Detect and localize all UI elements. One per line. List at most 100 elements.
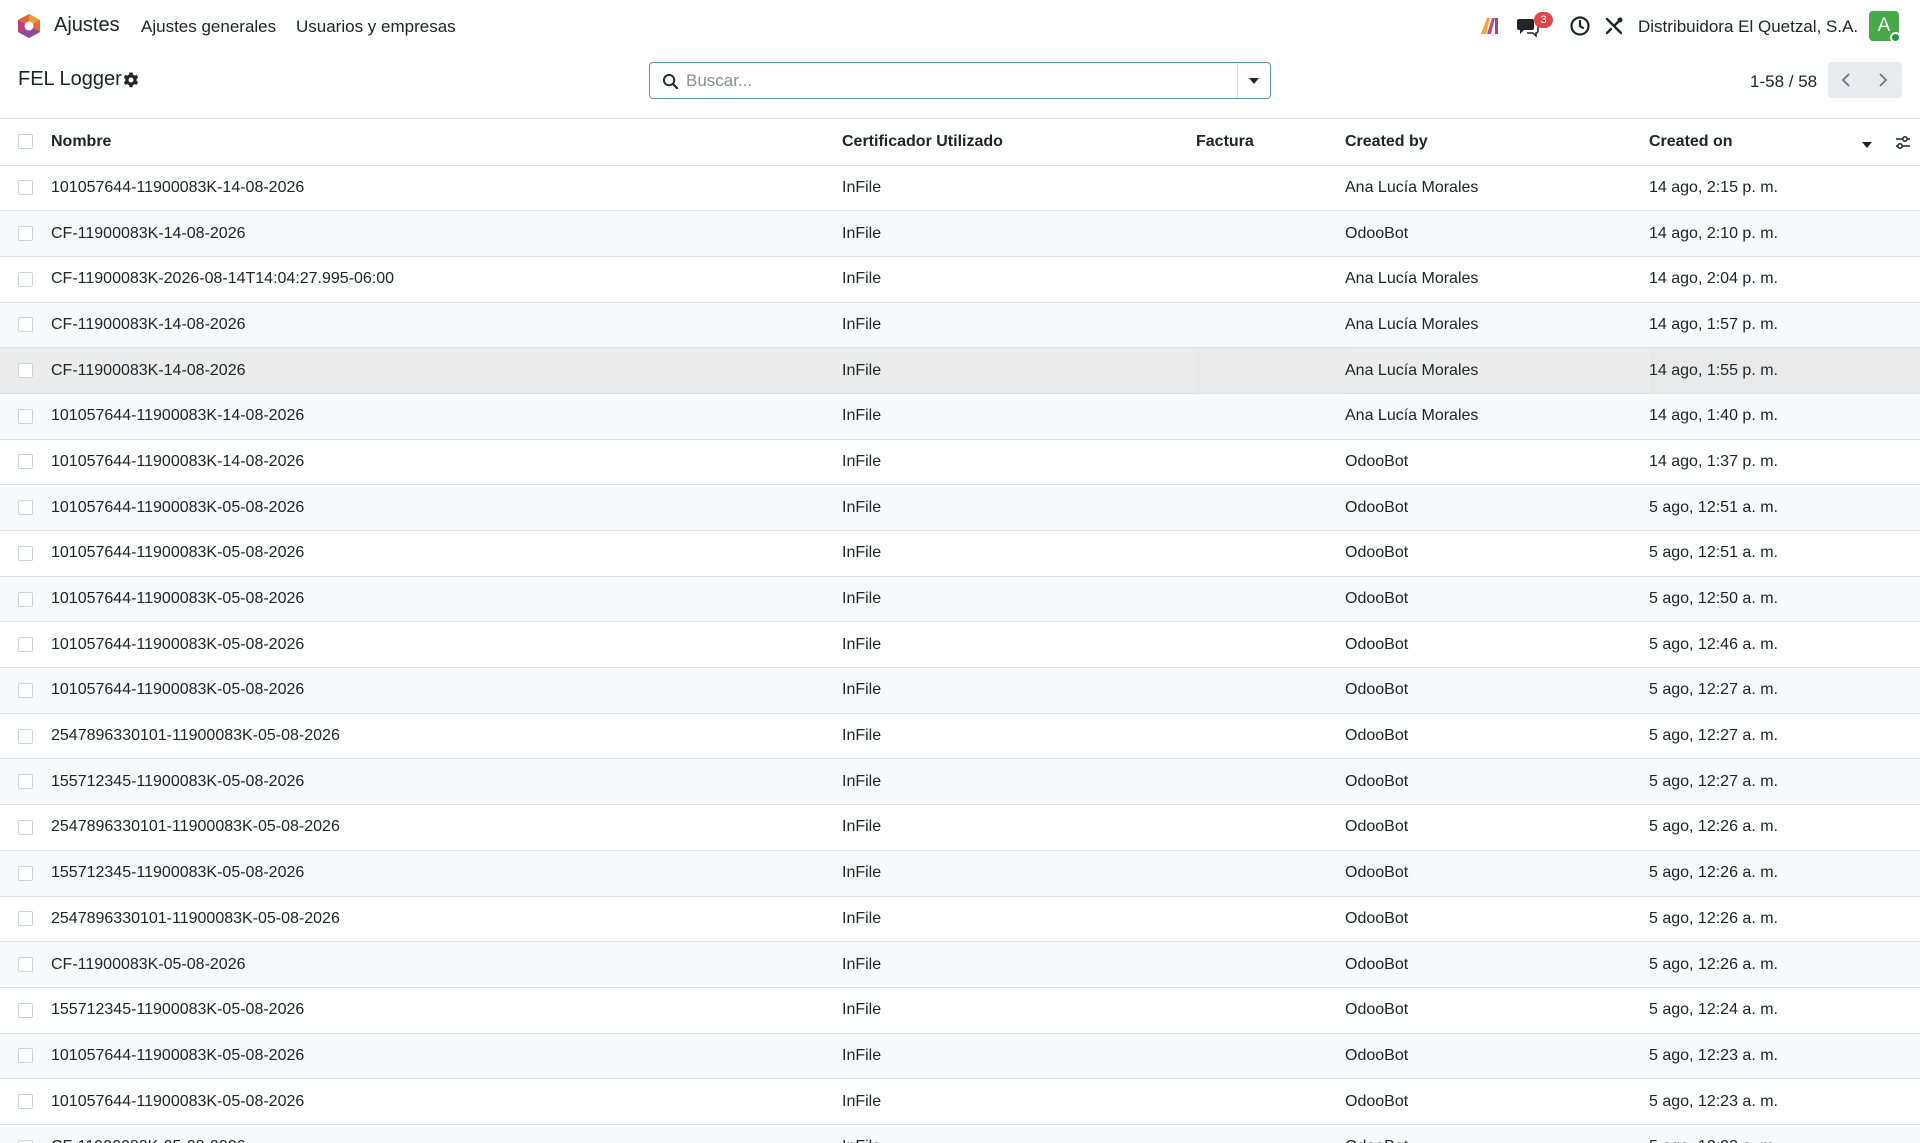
cell-created-by[interactable]: OdooBot <box>1345 667 1649 714</box>
cell-factura[interactable] <box>1196 165 1345 212</box>
cell-created-by[interactable]: OdooBot <box>1345 987 1649 1034</box>
cell-certificador[interactable]: InFile <box>842 165 1196 212</box>
cell-certificador[interactable]: InFile <box>842 530 1196 577</box>
optional-columns-icon[interactable] <box>1895 135 1911 151</box>
table-row[interactable]: 101057644-11900083K-14-08-2026 InFile Ana … <box>0 393 1920 440</box>
cell-created-by[interactable]: OdooBot <box>1345 621 1649 669</box>
cell-certificador[interactable]: InFile <box>842 621 1196 669</box>
select-all-checkbox[interactable] <box>18 134 33 150</box>
cell-certificador[interactable]: InFile <box>842 850 1196 897</box>
row-checkbox-cell[interactable] <box>0 713 51 760</box>
cell-created-by[interactable]: OdooBot <box>1345 1078 1649 1125</box>
cell-created-by[interactable]: Ana Lucía Morales <box>1345 393 1649 440</box>
cell-factura[interactable] <box>1196 1124 1345 1143</box>
row-checkbox-cell[interactable] <box>0 347 51 394</box>
cell-created-on[interactable]: 5 ago, 12:46 a. m. <box>1649 621 1920 669</box>
row-checkbox[interactable] <box>18 1094 33 1110</box>
cell-factura[interactable] <box>1196 804 1345 851</box>
cell-created-on[interactable]: 5 ago, 12:23 a. m. <box>1649 1078 1920 1125</box>
pager-value[interactable]: 1-58 / 58 <box>1750 72 1817 92</box>
cell-certificador[interactable]: InFile <box>842 804 1196 851</box>
cell-created-by[interactable]: Ana Lucía Morales <box>1345 347 1649 394</box>
row-checkbox-cell[interactable] <box>0 165 51 212</box>
row-checkbox[interactable] <box>18 957 33 973</box>
cell-created-on[interactable]: 14 ago, 1:55 p. m. <box>1649 347 1920 394</box>
cell-factura[interactable] <box>1196 713 1345 760</box>
table-row[interactable]: CF-11900083K-2026-08-14T14:04:27.995-06:… <box>0 256 1920 303</box>
cell-certificador[interactable]: InFile <box>842 713 1196 760</box>
cell-certificador[interactable]: InFile <box>842 896 1196 943</box>
table-row[interactable]: 2547896330101-11900083K-05-08-2026 InFile… <box>0 713 1920 760</box>
row-checkbox[interactable] <box>18 545 33 561</box>
cell-certificador[interactable]: InFile <box>842 210 1196 257</box>
cell-factura[interactable] <box>1196 576 1345 623</box>
cell-certificador[interactable]: InFile <box>842 987 1196 1034</box>
row-checkbox[interactable] <box>18 682 33 698</box>
row-checkbox-cell[interactable] <box>0 1078 51 1125</box>
row-checkbox[interactable] <box>18 363 33 379</box>
cell-certificador[interactable]: InFile <box>842 484 1196 531</box>
cell-created-by[interactable]: Ana Lucía Morales <box>1345 256 1649 303</box>
cell-created-on[interactable]: 14 ago, 2:04 p. m. <box>1649 256 1920 303</box>
cell-factura[interactable] <box>1196 347 1345 394</box>
row-checkbox[interactable] <box>18 819 33 835</box>
cell-factura[interactable] <box>1196 987 1345 1034</box>
table-row[interactable]: CF-11900083K-05-08-2026InFile OdooBot5 ag… <box>0 1124 1920 1143</box>
cell-created-on[interactable]: 5 ago, 12:27 a. m. <box>1649 758 1920 806</box>
cell-certificador[interactable]: InFile <box>842 1078 1196 1125</box>
cell-nombre[interactable]: 101057644-11900083K-05-08-2026 <box>51 576 842 623</box>
cell-created-by[interactable]: OdooBot <box>1345 850 1649 897</box>
cell-factura[interactable] <box>1196 302 1345 349</box>
cell-nombre[interactable]: 155712345-11900083K-05-08-2026 <box>51 758 842 806</box>
cell-nombre[interactable]: 2547896330101-11900083K-05-08-2026 <box>51 804 842 851</box>
cell-created-by[interactable]: OdooBot <box>1345 941 1649 988</box>
row-checkbox-cell[interactable] <box>0 530 51 577</box>
menu-ajustes-generales[interactable]: Ajustes generales <box>141 17 276 37</box>
table-row[interactable]: 101057644-11900083K-14-08-2026 InFile Odoo… <box>0 439 1920 486</box>
cell-created-by[interactable]: OdooBot <box>1345 758 1649 806</box>
row-checkbox-cell[interactable] <box>0 896 51 943</box>
cell-certificador[interactable]: InFile <box>842 1033 1196 1080</box>
cell-created-by[interactable]: OdooBot <box>1345 484 1649 531</box>
cell-created-on[interactable]: 5 ago, 12:50 a. m. <box>1649 576 1920 623</box>
row-checkbox-cell[interactable] <box>0 484 51 531</box>
table-row[interactable]: CF-11900083K-05-08-2026InFile OdooBot5 ag… <box>0 941 1920 988</box>
row-checkbox-cell[interactable] <box>0 941 51 988</box>
cell-nombre[interactable]: CF-11900083K-05-08-2026 <box>51 941 842 988</box>
cell-created-by[interactable]: OdooBot <box>1345 210 1649 257</box>
row-checkbox[interactable] <box>18 911 33 927</box>
cell-nombre[interactable]: 155712345-11900083K-05-08-2026 <box>51 987 842 1034</box>
table-row[interactable]: 101057644-11900083K-05-08-2026 InFile Odoo… <box>0 667 1920 714</box>
cell-nombre[interactable]: 155712345-11900083K-05-08-2026 <box>51 850 842 897</box>
row-checkbox-cell[interactable] <box>0 1124 51 1143</box>
gear-icon[interactable] <box>122 71 140 89</box>
row-checkbox[interactable] <box>18 637 33 653</box>
row-checkbox-cell[interactable] <box>0 621 51 669</box>
search-input[interactable] <box>686 68 1226 93</box>
row-checkbox[interactable] <box>18 774 33 790</box>
cell-created-on[interactable]: 5 ago, 12:26 a. m. <box>1649 804 1920 851</box>
cell-created-on[interactable]: 5 ago, 12:51 a. m. <box>1649 530 1920 577</box>
cell-created-on[interactable]: 5 ago, 12:24 a. m. <box>1649 987 1920 1034</box>
row-checkbox[interactable] <box>18 317 33 333</box>
cell-created-on[interactable]: 5 ago, 12:23 a. m. <box>1649 1033 1920 1080</box>
cell-nombre[interactable]: CF-11900083K-2026-08-14T14:04:27.995-06:… <box>51 256 842 303</box>
cell-factura[interactable] <box>1196 484 1345 531</box>
column-header-certificador[interactable]: Certificador Utilizado <box>842 119 1196 166</box>
cell-created-by[interactable]: OdooBot <box>1345 439 1649 486</box>
cell-nombre[interactable]: CF-11900083K-14-08-2026 <box>51 347 842 394</box>
company-switcher[interactable]: Distribuidora El Quetzal, S.A. <box>1638 17 1858 37</box>
cell-nombre[interactable]: 101057644-11900083K-05-08-2026 <box>51 530 842 577</box>
cell-created-by[interactable]: OdooBot <box>1345 804 1649 851</box>
row-checkbox[interactable] <box>18 865 33 881</box>
row-checkbox[interactable] <box>18 226 33 242</box>
table-row[interactable]: 101057644-11900083K-05-08-2026 InFile Odoo… <box>0 1033 1920 1080</box>
cell-nombre[interactable]: 101057644-11900083K-05-08-2026 <box>51 484 842 531</box>
row-checkbox-cell[interactable] <box>0 439 51 486</box>
cell-created-by[interactable]: OdooBot <box>1345 713 1649 760</box>
cell-created-on[interactable]: 5 ago, 12:51 a. m. <box>1649 484 1920 531</box>
table-row[interactable]: 101057644-11900083K-05-08-2026 InFile Odoo… <box>0 621 1920 669</box>
cell-certificador[interactable]: InFile <box>842 576 1196 623</box>
row-checkbox-cell[interactable] <box>0 804 51 851</box>
cell-created-by[interactable]: OdooBot <box>1345 1033 1649 1080</box>
